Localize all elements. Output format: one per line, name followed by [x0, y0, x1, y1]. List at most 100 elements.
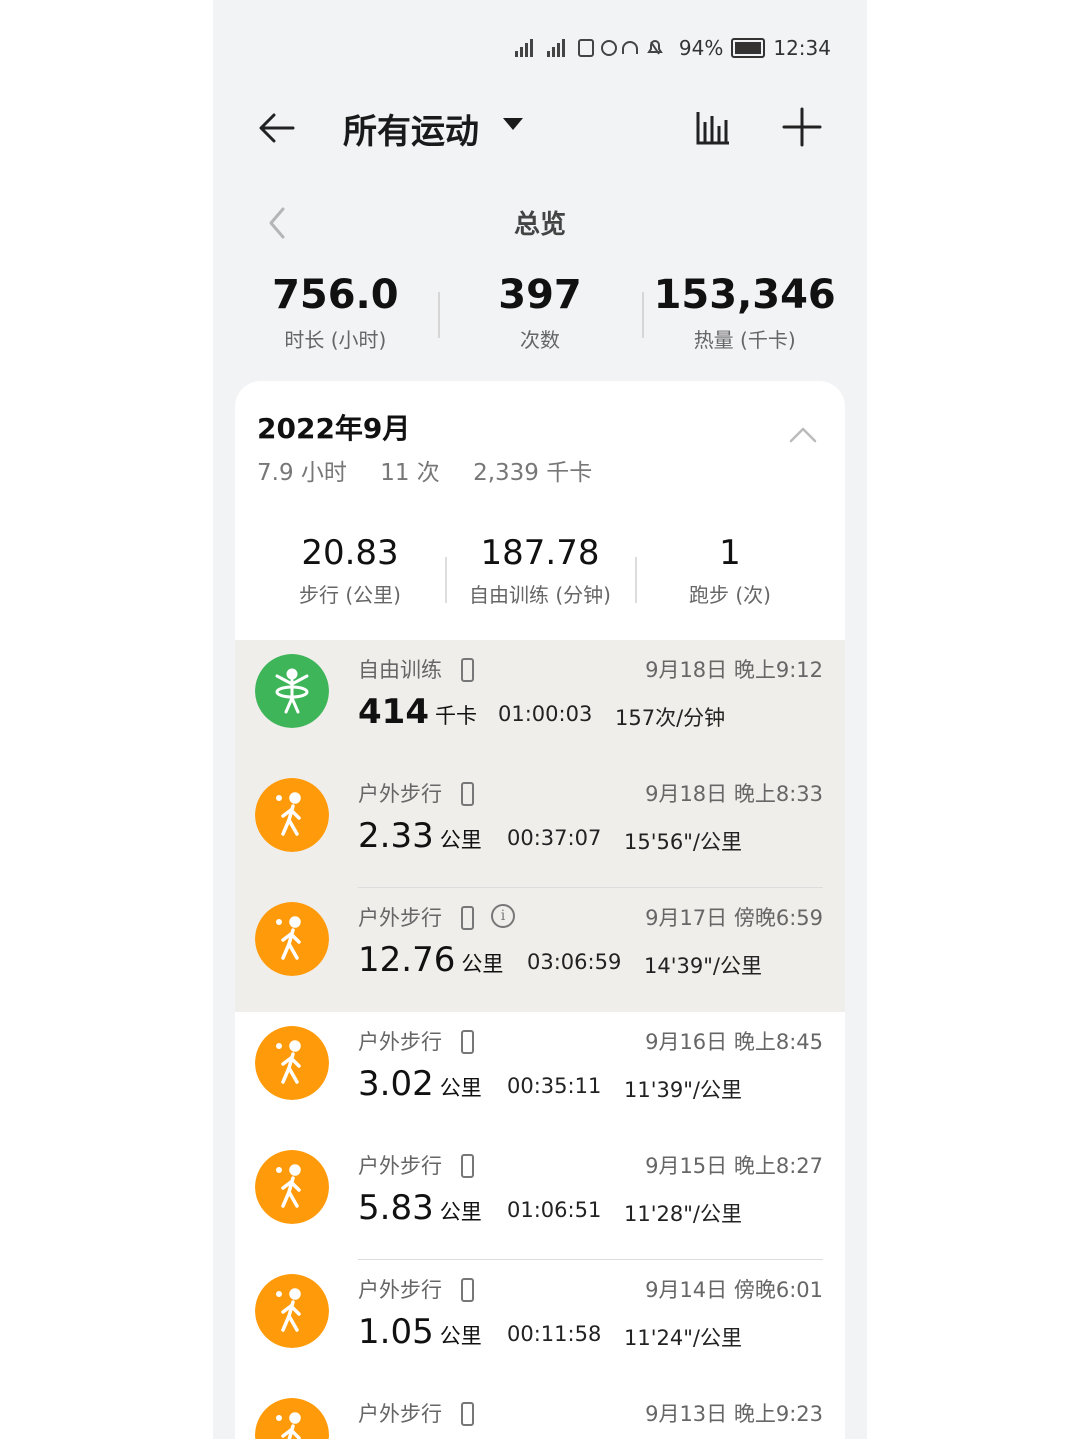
walking-icon: [255, 778, 329, 852]
walking-icon: [255, 1398, 329, 1439]
info-icon[interactable]: i: [491, 904, 515, 928]
walking-icon: [255, 902, 329, 976]
free-training-icon: [255, 654, 329, 728]
workout-time: 9月17日 傍晚6:59: [645, 906, 823, 930]
add-icon[interactable]: [781, 106, 823, 148]
overview-count: 397 次数: [437, 268, 643, 353]
primary-value: 5.83: [358, 1188, 434, 1228]
workout-name: 户外步行: [358, 1154, 442, 1178]
workout-primary: 2.33 公里: [358, 816, 482, 856]
primary-unit: 公里: [439, 1076, 482, 1100]
top-bar: 所有运动: [213, 96, 867, 160]
stat-value: 756.0: [272, 272, 399, 318]
workout-primary: 12.76 公里: [358, 940, 503, 980]
workout-time: 9月13日 晚上9:23: [645, 1402, 823, 1426]
chevron-up-icon[interactable]: [787, 425, 819, 445]
workout-primary: 5.83 公里: [358, 1188, 482, 1228]
workout-duration: 00:37:07: [507, 826, 602, 850]
watch-icon: [461, 782, 474, 806]
workout-duration: 01:00:03: [498, 702, 593, 726]
month-summary: 7.9 小时 11 次 2,339 千卡: [257, 453, 618, 487]
primary-value: 3.02: [358, 1064, 434, 1104]
month-running: 1 跑步 (次): [635, 531, 825, 608]
dropdown-caret-icon[interactable]: [503, 118, 523, 130]
workout-name: 户外步行: [358, 782, 442, 806]
workout-row[interactable]: 户外步行 9月13日 晚上9:23: [235, 1384, 845, 1439]
workout-row[interactable]: 户外步行 9月16日 晚上8:45 3.02 公里 00:35:11 11'39"…: [235, 1012, 845, 1136]
battery-icon: [731, 38, 766, 58]
month-walking: 20.83 步行 (公里): [255, 531, 445, 608]
workout-time: 9月18日 晚上8:33: [645, 782, 823, 806]
workout-pace: 15'56"/公里: [624, 830, 742, 854]
overview-duration: 756.0 时长 (小时): [233, 268, 438, 353]
overview-calories: 153,346 热量 (千卡): [642, 268, 847, 353]
stat-value: 153,346: [653, 272, 836, 318]
workout-row[interactable]: 自由训练 9月18日 晚上9:12 414 千卡 01:00:03 157次/分钟: [235, 640, 845, 764]
watch-icon: [461, 1154, 474, 1178]
workout-time: 9月18日 晚上9:12: [645, 658, 823, 682]
stat-label: 自由训练 (分钟): [469, 583, 611, 607]
workout-duration: 03:06:59: [527, 950, 622, 974]
walking-icon: [255, 1274, 329, 1348]
workout-row[interactable]: 户外步行 i 9月17日 傍晚6:59 12.76 公里 03:06:59 14'…: [235, 888, 845, 1012]
primary-value: 414: [358, 692, 429, 732]
workout-time: 9月15日 晚上8:27: [645, 1154, 823, 1178]
overview-title: 总览: [513, 210, 566, 240]
battery-percent: 94%: [678, 36, 724, 60]
status-bar: 94% 12:34: [511, 28, 831, 68]
walking-icon: [255, 1026, 329, 1100]
month-hours: 7.9 小时: [257, 460, 347, 486]
month-stats: 20.83 步行 (公里) 187.78 自由训练 (分钟) 1 跑步 (次): [255, 531, 825, 608]
primary-unit: 公里: [439, 1200, 482, 1224]
workout-pace: 14'39"/公里: [644, 954, 762, 978]
bar-chart-icon[interactable]: [695, 110, 731, 146]
month-card: 2022年9月 7.9 小时 11 次 2,339 千卡 20.83 步行 (公…: [235, 381, 845, 1439]
workout-row[interactable]: 户外步行 9月15日 晚上8:27 5.83 公里 01:06:51 11'28"…: [235, 1136, 845, 1260]
stat-value: 397: [498, 272, 582, 318]
primary-value: 2.33: [358, 816, 434, 856]
workout-primary: 1.05 公里: [358, 1312, 482, 1352]
primary-value: 1.05: [358, 1312, 434, 1352]
stat-label: 时长 (小时): [284, 328, 387, 352]
month-title: 2022年9月: [257, 412, 411, 445]
workout-name: 户外步行: [358, 906, 442, 930]
walking-icon: [255, 1150, 329, 1224]
workout-primary: 3.02 公里: [358, 1064, 482, 1104]
watch-icon: [461, 906, 474, 930]
workout-name: 户外步行: [358, 1030, 442, 1054]
watch-icon: [461, 1030, 474, 1054]
signal-icons: [511, 37, 671, 59]
workout-time: 9月14日 傍晚6:01: [645, 1278, 823, 1302]
month-calories: 2,339 千卡: [473, 460, 593, 486]
workout-list: 自由训练 9月18日 晚上9:12 414 千卡 01:00:03 157次/分钟: [235, 640, 845, 1439]
workout-row[interactable]: 户外步行 9月14日 傍晚6:01 1.05 公里 00:11:58 11'24"…: [235, 1260, 845, 1384]
stat-label: 热量 (千卡): [693, 328, 796, 352]
page-title[interactable]: 所有运动: [343, 104, 479, 153]
watch-icon: [461, 1278, 474, 1302]
workout-duration: 00:11:58: [507, 1322, 602, 1346]
workout-primary: 414 千卡: [358, 692, 477, 732]
workout-duration: 01:06:51: [507, 1198, 602, 1222]
stat-value: 20.83: [301, 533, 399, 573]
workout-time: 9月16日 晚上8:45: [645, 1030, 823, 1054]
primary-unit: 公里: [439, 828, 482, 852]
month-free-training: 187.78 自由训练 (分钟): [445, 531, 635, 608]
primary-unit: 千卡: [434, 704, 477, 728]
overview-stats: 756.0 时长 (小时) 397 次数 153,346 热量 (千卡): [233, 268, 847, 353]
workout-row[interactable]: 户外步行 9月18日 晚上8:33 2.33 公里 00:37:07 15'56"…: [235, 764, 845, 888]
workout-pace: 11'24"/公里: [624, 1326, 742, 1350]
primary-unit: 公里: [439, 1324, 482, 1348]
watch-icon: [461, 658, 474, 682]
stat-value: 187.78: [480, 533, 600, 573]
workout-name: 自由训练: [358, 658, 442, 682]
back-arrow-icon[interactable]: [257, 108, 297, 148]
workout-pace: 11'28"/公里: [624, 1202, 742, 1226]
month-count: 11 次: [380, 460, 440, 486]
workout-pace: 11'39"/公里: [624, 1078, 742, 1102]
stat-label: 次数: [520, 328, 560, 352]
primary-value: 12.76: [358, 940, 456, 980]
stat-label: 步行 (公里): [299, 583, 401, 607]
stat-value: 1: [719, 533, 741, 573]
phone-screen: 94% 12:34 所有运动 总览 756.0 时长 (小时) 397 次数 1…: [213, 0, 867, 1439]
workout-name: 户外步行: [358, 1402, 442, 1426]
